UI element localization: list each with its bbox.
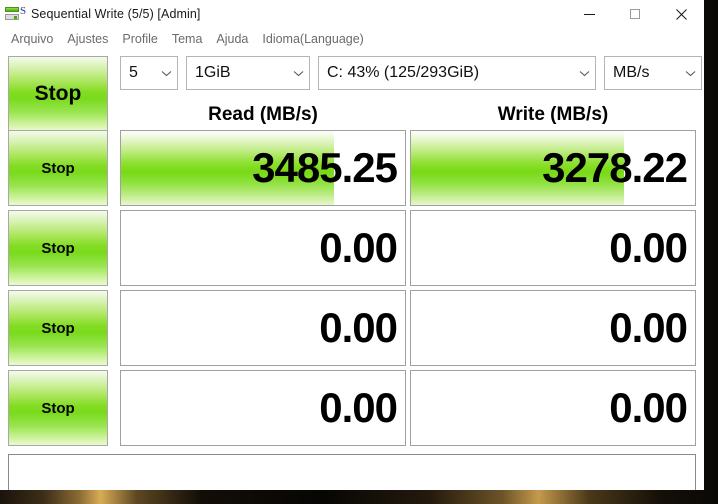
table-row: Stop 3485.25 3278.22	[8, 130, 696, 208]
read-column-header: Read (MB/s)	[208, 104, 318, 125]
drive-value: C: 43% (125/293GiB)	[327, 64, 480, 81]
chevron-down-icon	[155, 57, 177, 89]
status-bar	[8, 454, 696, 490]
menu-item-tema[interactable]: Tema	[165, 28, 210, 50]
write-result-value: 3278.22	[542, 144, 688, 191]
test-count-select[interactable]: 5	[120, 56, 178, 90]
write-result-value: 0.00	[609, 304, 688, 351]
toolbar: Stop 5 1GiB C: 43% (125/293GiB) MB/s	[0, 50, 704, 132]
test-size-value: 1GiB	[195, 64, 231, 81]
test-size-select[interactable]: 1GiB	[186, 56, 310, 90]
write-result-cell: 0.00	[410, 370, 696, 446]
write-result-cell: 0.00	[410, 290, 696, 366]
title-bar: S Sequential Write (5/5) [Admin]	[0, 0, 704, 28]
read-result-cell: 3485.25	[120, 130, 406, 206]
menu-item-ajuda[interactable]: Ajuda	[209, 28, 255, 50]
chevron-down-icon	[679, 57, 701, 89]
crystaldiskmark-icon: S	[5, 5, 26, 22]
write-result-cell: 3278.22	[410, 130, 696, 206]
write-result-cell: 0.00	[410, 210, 696, 286]
chevron-down-icon	[287, 57, 309, 89]
row-stop-button[interactable]: Stop	[8, 290, 108, 366]
menu-item-profile[interactable]: Profile	[115, 28, 164, 50]
write-column-header: Write (MB/s)	[497, 104, 609, 125]
test-count-value: 5	[129, 64, 138, 81]
read-result-value: 0.00	[319, 304, 398, 351]
window-controls	[566, 0, 704, 28]
read-result-value: 3485.25	[252, 144, 398, 191]
read-result-value: 0.00	[319, 384, 398, 431]
table-row: Stop 0.00 0.00	[8, 210, 696, 288]
write-result-value: 0.00	[609, 224, 688, 271]
menu-bar: Arquivo Ajustes Profile Tema Ajuda Idiom…	[0, 28, 704, 50]
menu-item-arquivo[interactable]: Arquivo	[4, 28, 60, 50]
row-stop-button[interactable]: Stop	[8, 130, 108, 206]
read-result-cell: 0.00	[120, 370, 406, 446]
row-stop-button[interactable]: Stop	[8, 210, 108, 286]
application-window: S Sequential Write (5/5) [Admin] Arquivo…	[0, 0, 704, 490]
chevron-down-icon	[573, 57, 595, 89]
all-stop-button[interactable]: Stop	[8, 56, 108, 132]
read-result-value: 0.00	[319, 224, 398, 271]
table-row: Stop 0.00 0.00	[8, 290, 696, 368]
table-row: Stop 0.00 0.00	[8, 370, 696, 448]
menu-item-ajustes[interactable]: Ajustes	[60, 28, 115, 50]
unit-value: MB/s	[613, 64, 650, 81]
read-result-cell: 0.00	[120, 290, 406, 366]
unit-select[interactable]: MB/s	[604, 56, 702, 90]
window-title: Sequential Write (5/5) [Admin]	[31, 7, 201, 21]
maximize-icon[interactable]	[612, 0, 658, 28]
drive-select[interactable]: C: 43% (125/293GiB)	[318, 56, 596, 90]
row-stop-button[interactable]: Stop	[8, 370, 108, 446]
minimize-icon[interactable]	[566, 0, 612, 28]
read-result-cell: 0.00	[120, 210, 406, 286]
menu-item-idioma[interactable]: Idioma(Language)	[255, 28, 370, 50]
write-result-value: 0.00	[609, 384, 688, 431]
close-icon[interactable]	[658, 0, 704, 28]
results-table: Stop 3485.25 3278.22 Stop 0.00 0.00 Stop…	[0, 130, 704, 448]
